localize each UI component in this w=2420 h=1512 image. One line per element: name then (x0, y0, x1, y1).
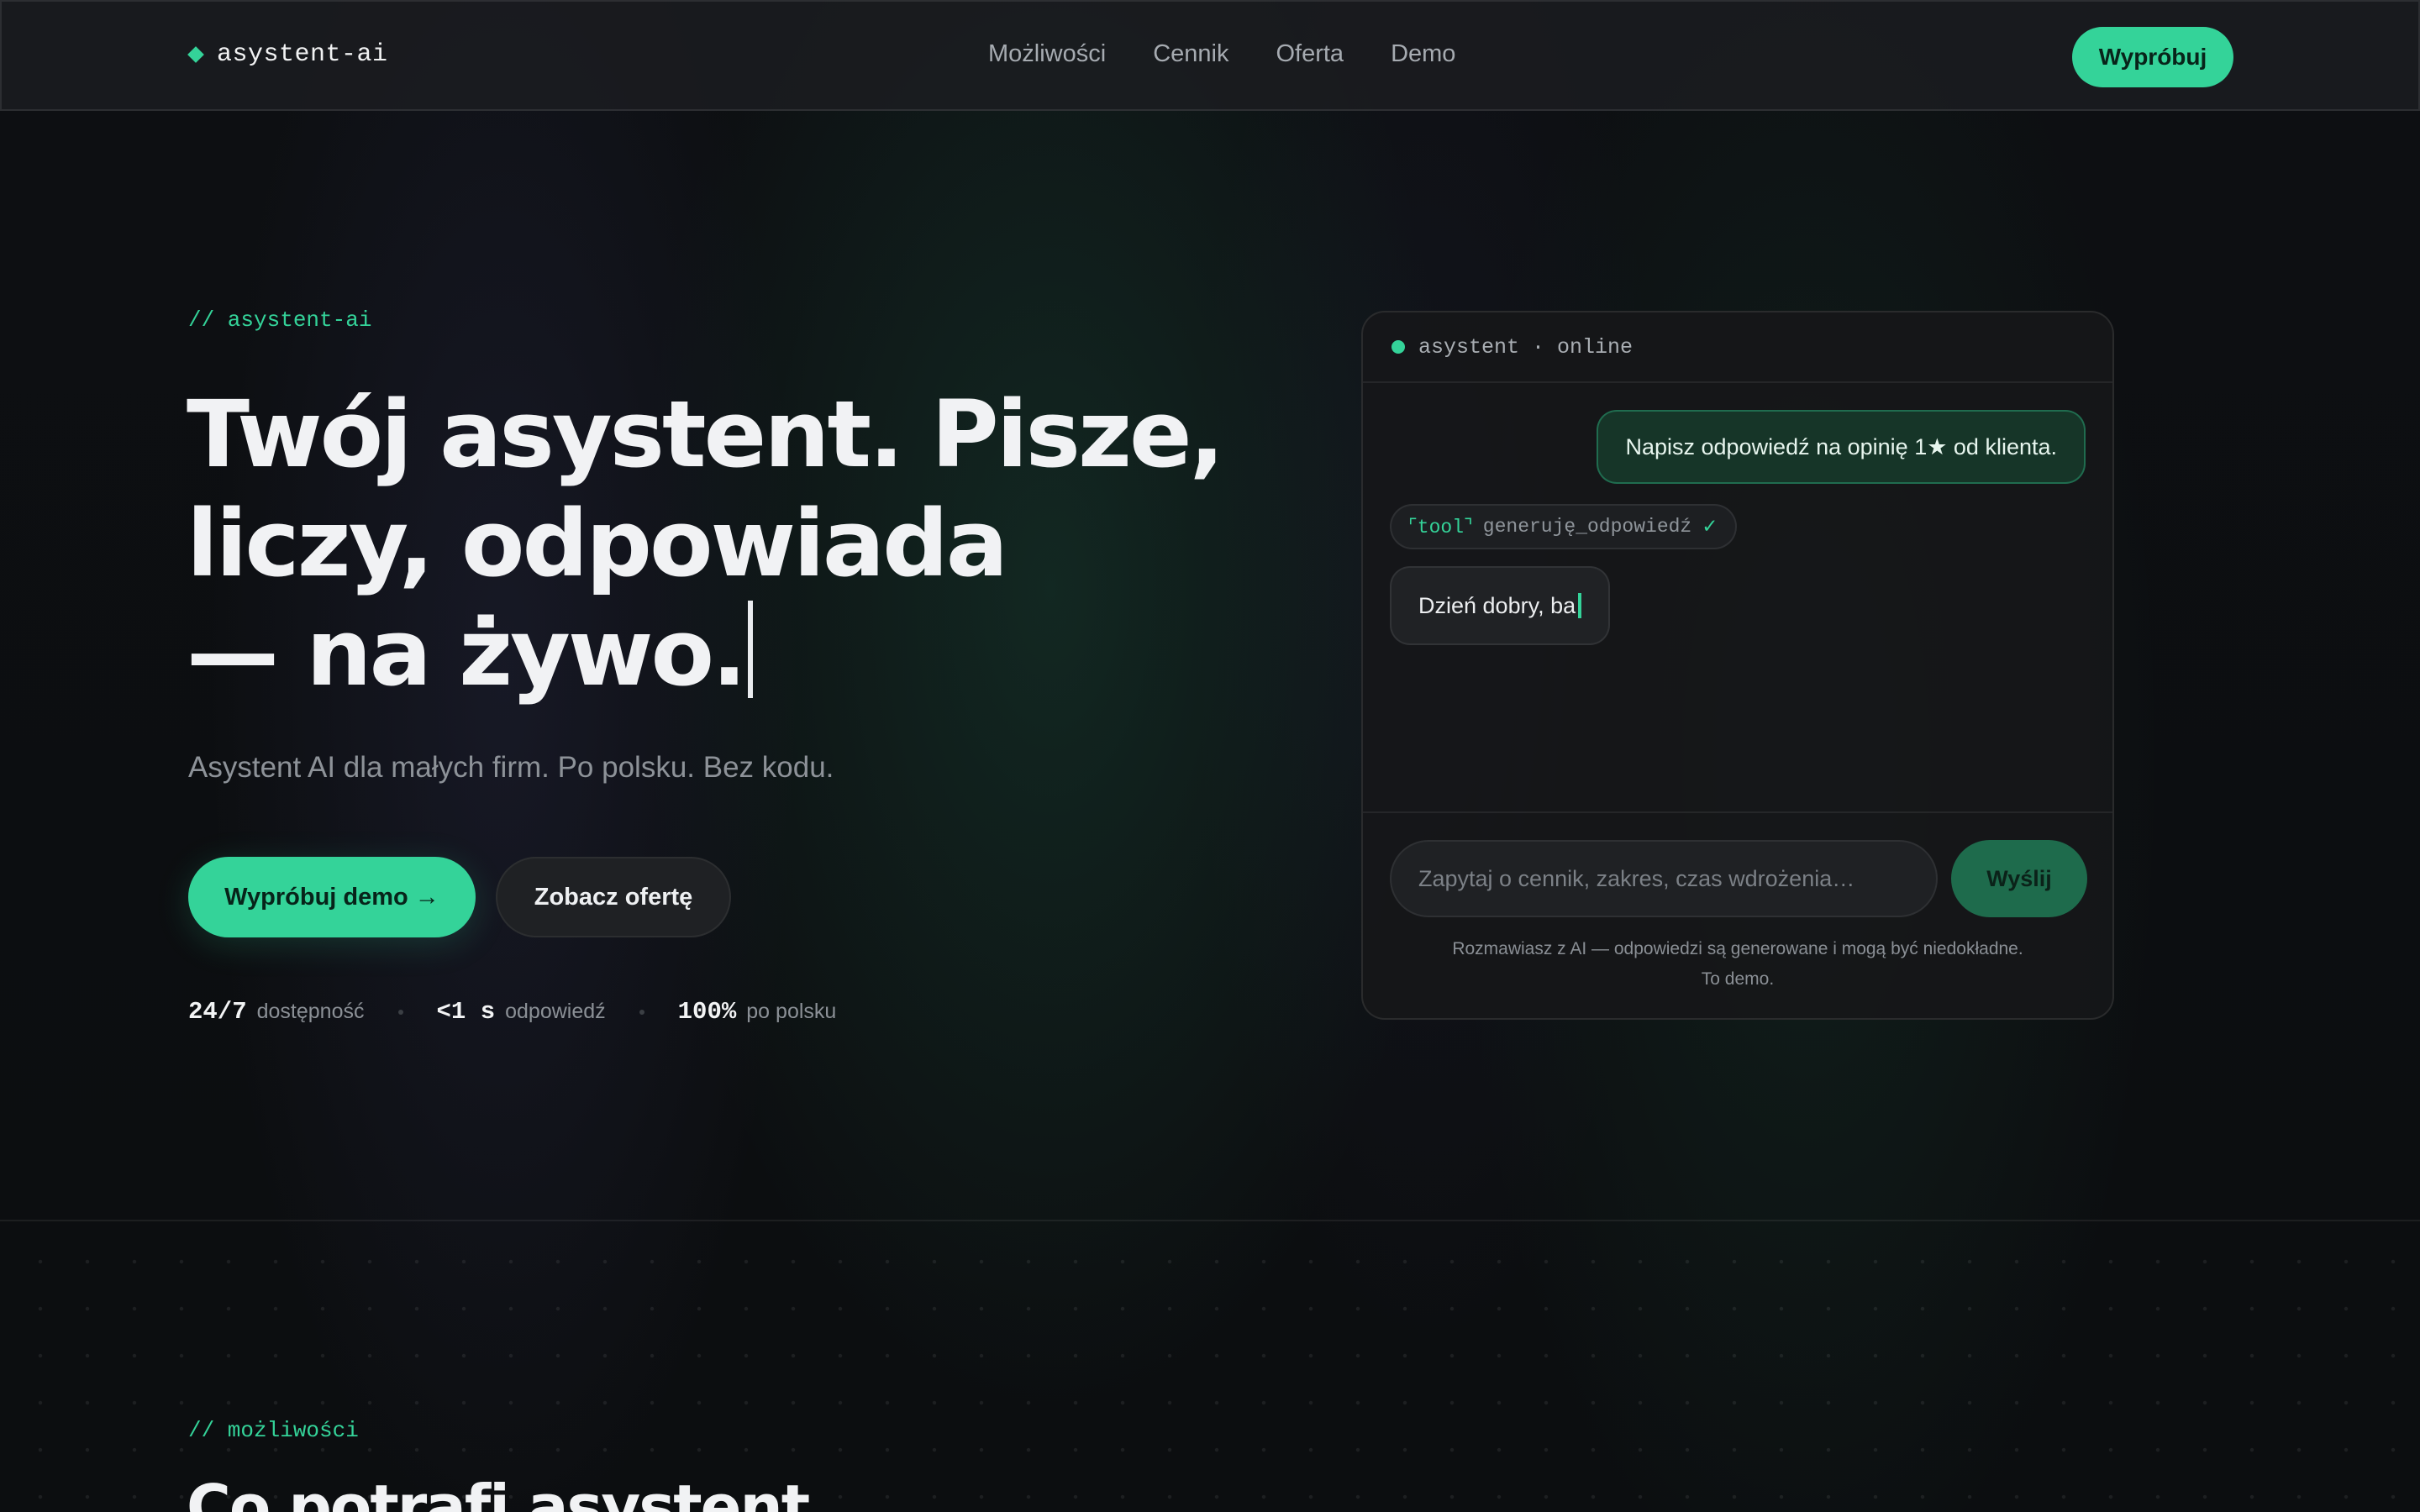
stat-label: odpowiedź (505, 1000, 606, 1023)
brand-logo[interactable]: asystent-ai (187, 40, 388, 69)
section-title: Co potrafi asystent (187, 1472, 810, 1512)
section-divider (0, 1220, 2420, 1221)
assistant-message-text: Dzień dobry, ba (1418, 592, 1576, 618)
headline-line-2: liczy, odpowiada (187, 490, 1008, 597)
chat-demo-card: asystent · online Napisz odpowiedź na op… (1361, 311, 2114, 1020)
stat-value: 100% (677, 998, 737, 1026)
hero-stats: 24/7 dostępność <1 s odpowiedź 100% po p… (188, 998, 836, 1026)
tool-action: generuję_odpowiedź (1482, 516, 1692, 538)
nav-link-cennik[interactable]: Cennik (1153, 40, 1228, 68)
headline-line-3: — na żywo. (187, 599, 747, 706)
typing-caret (1578, 593, 1582, 618)
stat-label: po polsku (746, 1000, 837, 1023)
see-offer-button[interactable]: Zobacz ofertę (496, 857, 731, 937)
top-navbar: asystent-ai Możliwości Cennik Oferta Dem… (0, 0, 2420, 111)
headline-line-1: Twój asystent. Pisze, (187, 381, 1224, 488)
try-button[interactable]: Wypróbuj (2072, 27, 2233, 87)
hero-headline: Twój asystent. Pisze, liczy, odpowiada —… (187, 380, 1313, 707)
chat-title: asystent · online (1418, 334, 1634, 360)
stat-value: <1 s (436, 998, 496, 1026)
chat-header: asystent · online (1363, 312, 2112, 383)
stat-response-time: <1 s odpowiedź (437, 998, 606, 1026)
chat-input[interactable] (1390, 840, 1938, 917)
nav-link-oferta[interactable]: Oferta (1276, 40, 1344, 68)
send-button[interactable]: Wyślij (1951, 840, 2087, 917)
typing-caret (747, 601, 753, 698)
check-icon: ✓ (1702, 516, 1718, 538)
headline-line-3-wrap: — na żywo. (187, 598, 1313, 707)
dot-grid-pattern (0, 1221, 2420, 1512)
stat-separator (639, 1009, 644, 1015)
brand-name: asystent-ai (217, 40, 388, 69)
chat-footer: Wyślij Rozmawiasz z AI — odpowiedzi są g… (1363, 811, 2112, 1018)
nav-link-mozliwosci[interactable]: Możliwości (988, 40, 1106, 68)
stat-availability: 24/7 dostępność (188, 998, 365, 1026)
user-message: Napisz odpowiedź na opinię 1★ od klienta… (1597, 410, 2086, 484)
hero-kicker: // asystent-ai (188, 307, 372, 333)
tool-call-chip: ⌜tool⌝ generuję_odpowiedź ✓ (1390, 504, 1737, 549)
hero-subtitle: Asystent AI dla małych firm. Po polsku. … (188, 751, 834, 784)
disclaimer-line-1: Rozmawiasz z AI — odpowiedzi są generowa… (1452, 939, 2023, 958)
stat-separator (397, 1009, 403, 1015)
try-demo-button[interactable]: Wypróbuj demo → (188, 857, 476, 937)
stat-value: 24/7 (188, 998, 247, 1026)
tool-tag: ⌜tool⌝ (1408, 516, 1473, 538)
disclaimer-line-2: To demo. (1701, 969, 1775, 989)
section-kicker: // możliwości (188, 1418, 359, 1443)
online-status-icon (1392, 340, 1405, 354)
nav-links: Możliwości Cennik Oferta Demo (988, 40, 1455, 68)
nav-link-demo[interactable]: Demo (1391, 40, 1455, 68)
assistant-message: Dzień dobry, ba (1390, 566, 1611, 645)
stat-label: dostępność (256, 1000, 365, 1023)
diamond-icon (187, 46, 204, 63)
ai-disclaimer: Rozmawiasz z AI — odpowiedzi są generowa… (1363, 934, 2112, 995)
stat-polish: 100% po polsku (678, 998, 837, 1026)
